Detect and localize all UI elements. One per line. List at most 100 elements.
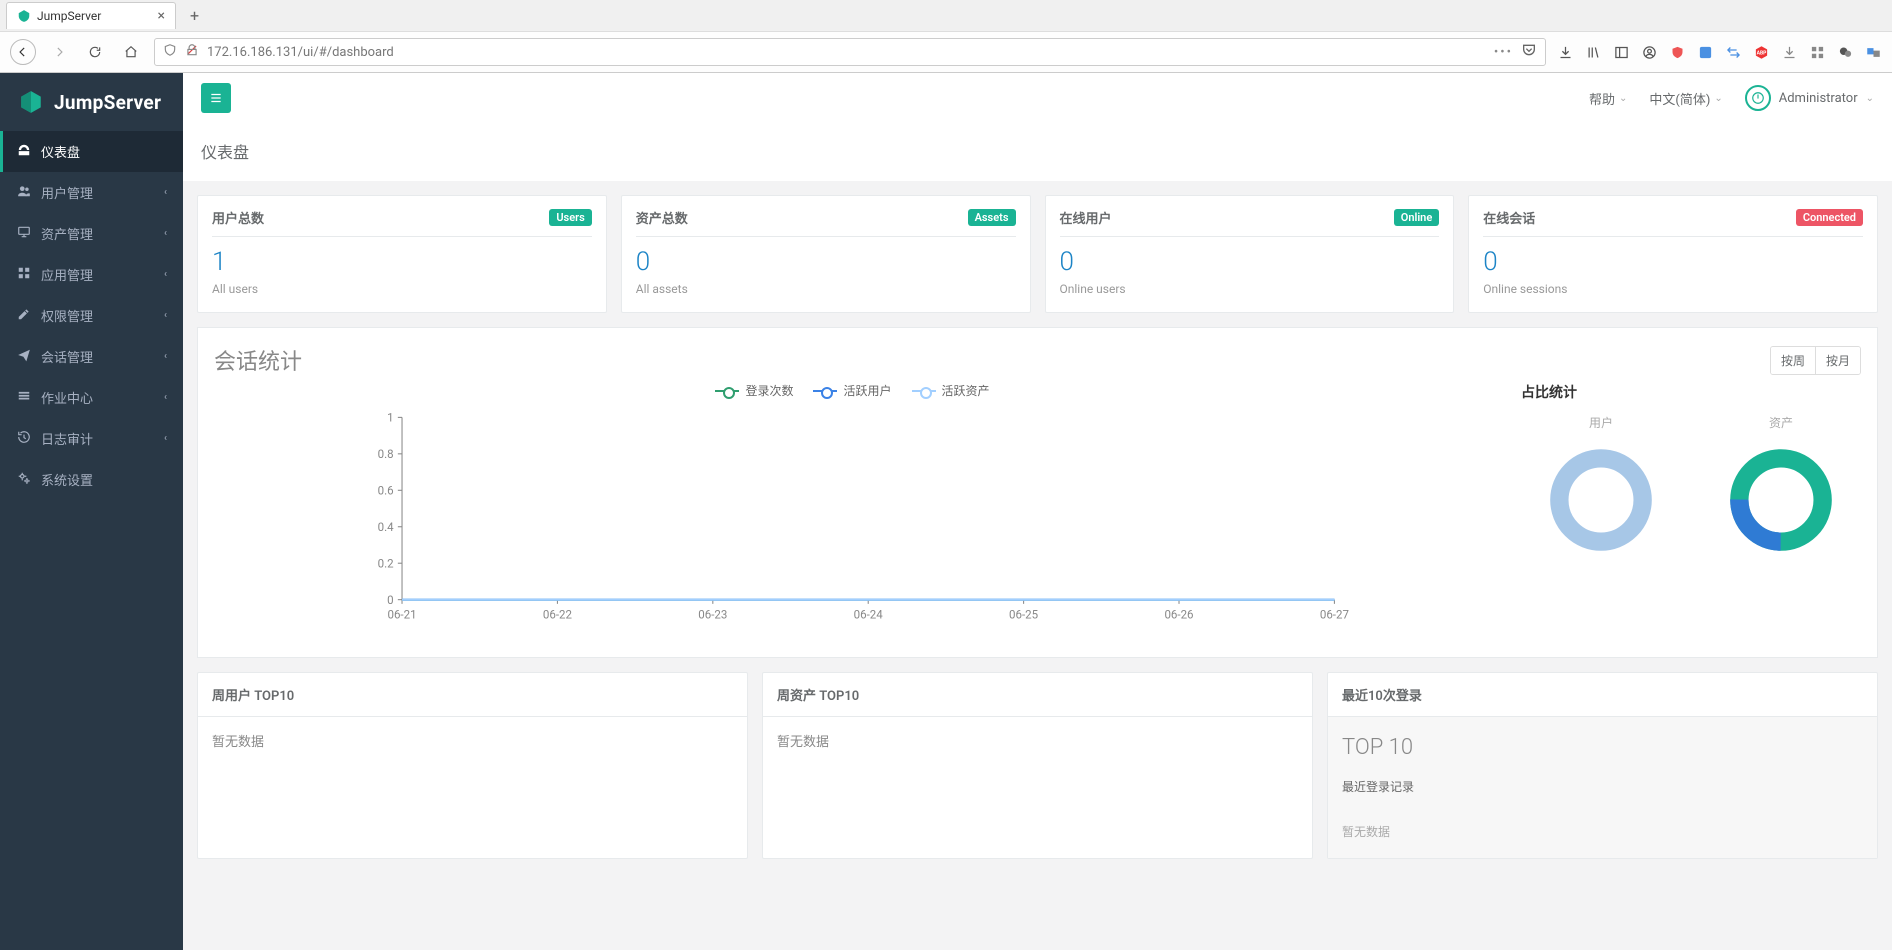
week-users-title: 周用户 TOP10 xyxy=(198,673,747,717)
svg-text:0: 0 xyxy=(387,593,393,607)
edit-icon xyxy=(16,307,31,325)
sidebar-item-grid[interactable]: 应用管理 ‹ xyxy=(0,254,183,295)
stat-card: 资产总数 Assets 0 All assets xyxy=(621,195,1031,313)
chevron-left-icon: ‹ xyxy=(164,228,167,239)
language-selector[interactable]: 中文(简体) ⌄ xyxy=(1649,89,1722,108)
nav-back-button[interactable] xyxy=(10,39,36,65)
library-icon[interactable] xyxy=(1584,43,1602,61)
browser-chrome: JumpServer × + 172.16.186.131/ui/#/dashb… xyxy=(0,0,1892,73)
chevron-left-icon: ‹ xyxy=(164,351,167,362)
svg-text:06-23: 06-23 xyxy=(698,608,727,622)
sidebar-toggle-button[interactable] xyxy=(201,83,231,113)
sidebar: JumpServer 仪表盘用户管理‹资产管理‹应用管理‹权限管理‹会话管理‹作… xyxy=(0,73,183,950)
ratio-assets-label: 资产 xyxy=(1701,414,1861,431)
sidebar-item-cogs[interactable]: 系统设置 xyxy=(0,459,183,500)
dashboard-icon xyxy=(16,143,31,161)
sidebar-item-label: 应用管理 xyxy=(41,265,93,284)
stat-value: 0 xyxy=(1483,247,1863,278)
legend-active-assets[interactable]: 活跃资产 xyxy=(912,382,990,399)
sidebar-item-dashboard[interactable]: 仪表盘 xyxy=(0,131,183,172)
sidebar-item-edit[interactable]: 权限管理‹ xyxy=(0,295,183,336)
toggle-week-button[interactable]: 按周 xyxy=(1771,347,1815,374)
stat-badge: Online xyxy=(1394,209,1440,226)
cogs-icon xyxy=(16,471,31,489)
ext-grid-icon[interactable] xyxy=(1808,43,1826,61)
stat-title: 资产总数 xyxy=(636,208,688,227)
stat-subtitle: All assets xyxy=(636,282,1016,296)
grid-icon xyxy=(16,266,31,284)
desktop-icon xyxy=(16,225,31,243)
chevron-left-icon: ‹ xyxy=(164,269,167,280)
legend-active-users[interactable]: 活跃用户 xyxy=(813,382,891,399)
svg-text:06-21: 06-21 xyxy=(387,608,416,622)
stat-badge: Connected xyxy=(1796,209,1863,226)
svg-text:0.6: 0.6 xyxy=(378,484,394,498)
stat-value: 0 xyxy=(636,247,1016,278)
sidebar-item-label: 仪表盘 xyxy=(41,142,80,161)
user-menu[interactable]: Administrator ⌄ xyxy=(1745,85,1874,111)
sidebar-item-users[interactable]: 用户管理‹ xyxy=(0,172,183,213)
svg-text:1: 1 xyxy=(387,411,393,425)
stat-subtitle: Online sessions xyxy=(1483,282,1863,296)
ext-download2-icon[interactable] xyxy=(1780,43,1798,61)
ext-abp-icon[interactable]: ABP xyxy=(1752,43,1770,61)
svg-text:06-27: 06-27 xyxy=(1320,608,1349,622)
ext-wechat-icon[interactable] xyxy=(1836,43,1854,61)
top10-empty: 暂无数据 xyxy=(1342,823,1863,840)
logo-icon xyxy=(18,89,44,115)
send-icon xyxy=(16,348,31,366)
nav-reload-button[interactable] xyxy=(82,39,108,65)
tab-close-icon[interactable]: × xyxy=(158,8,165,24)
svg-text:0.4: 0.4 xyxy=(378,520,395,534)
extension-icons: ABP xyxy=(1556,43,1882,61)
ext-blue-icon[interactable] xyxy=(1696,43,1714,61)
url-text: 172.16.186.131/ui/#/dashboard xyxy=(207,45,1486,60)
week-users-card: 周用户 TOP10 暂无数据 xyxy=(197,672,748,859)
stat-title: 在线会话 xyxy=(1483,208,1535,227)
sidebar-icon[interactable] xyxy=(1612,43,1630,61)
new-tab-button[interactable]: + xyxy=(184,3,205,28)
week-assets-card: 周资产 TOP10 暂无数据 xyxy=(762,672,1313,859)
meatball-icon[interactable]: ••• xyxy=(1494,45,1513,60)
pocket-icon[interactable] xyxy=(1521,42,1537,62)
sidebar-item-label: 会话管理 xyxy=(41,347,93,366)
url-bar[interactable]: 172.16.186.131/ui/#/dashboard ••• xyxy=(154,38,1546,66)
sidebar-item-history[interactable]: 日志审计‹ xyxy=(0,418,183,459)
toggle-month-button[interactable]: 按月 xyxy=(1815,347,1860,374)
nav-home-button[interactable] xyxy=(118,39,144,65)
donut-assets xyxy=(1726,445,1836,555)
sidebar-item-label: 系统设置 xyxy=(41,470,93,489)
favicon-icon xyxy=(17,9,31,23)
session-stats-panel: 会话统计 按周 按月 登录次数 活跃用户 活跃资产 00.20.40.60.81… xyxy=(197,327,1878,658)
download-icon[interactable] xyxy=(1556,43,1574,61)
recent-logins-title: 最近10次登录 xyxy=(1328,673,1877,717)
sidebar-item-send[interactable]: 会话管理 ‹ xyxy=(0,336,183,377)
recent-logins-card: 最近10次登录 TOP 10 最近登录记录 暂无数据 xyxy=(1327,672,1878,859)
stat-badge: Assets xyxy=(968,209,1016,226)
sidebar-item-stack[interactable]: 作业中心‹ xyxy=(0,377,183,418)
svg-text:06-25: 06-25 xyxy=(1009,608,1039,622)
ratio-users-label: 用户 xyxy=(1521,414,1681,431)
help-link[interactable]: 帮助 ⌄ xyxy=(1589,89,1627,108)
sidebar-item-desktop[interactable]: 资产管理‹ xyxy=(0,213,183,254)
logo[interactable]: JumpServer xyxy=(0,73,183,131)
stat-value: 0 xyxy=(1060,247,1440,278)
ratio-title: 占比统计 xyxy=(1521,382,1861,402)
week-assets-title: 周资产 TOP10 xyxy=(763,673,1312,717)
tab-title: JumpServer xyxy=(37,9,101,23)
chevron-down-icon: ⌄ xyxy=(1866,93,1874,104)
ext-translate-icon[interactable] xyxy=(1864,43,1882,61)
legend-logins[interactable]: 登录次数 xyxy=(715,382,793,399)
account-icon[interactable] xyxy=(1640,43,1658,61)
svg-text:0.8: 0.8 xyxy=(378,447,394,461)
browser-tab[interactable]: JumpServer × xyxy=(6,2,176,29)
chevron-left-icon: ‹ xyxy=(164,187,167,198)
stat-subtitle: All users xyxy=(212,282,592,296)
stat-title: 用户总数 xyxy=(212,208,264,227)
nav-forward-button[interactable] xyxy=(46,39,72,65)
chevron-left-icon: ‹ xyxy=(164,392,167,403)
chevron-down-icon: ⌄ xyxy=(1714,93,1722,104)
ext-shield-red-icon[interactable] xyxy=(1668,43,1686,61)
chevron-down-icon: ⌄ xyxy=(1619,93,1627,104)
ext-arrows-icon[interactable] xyxy=(1724,43,1742,61)
